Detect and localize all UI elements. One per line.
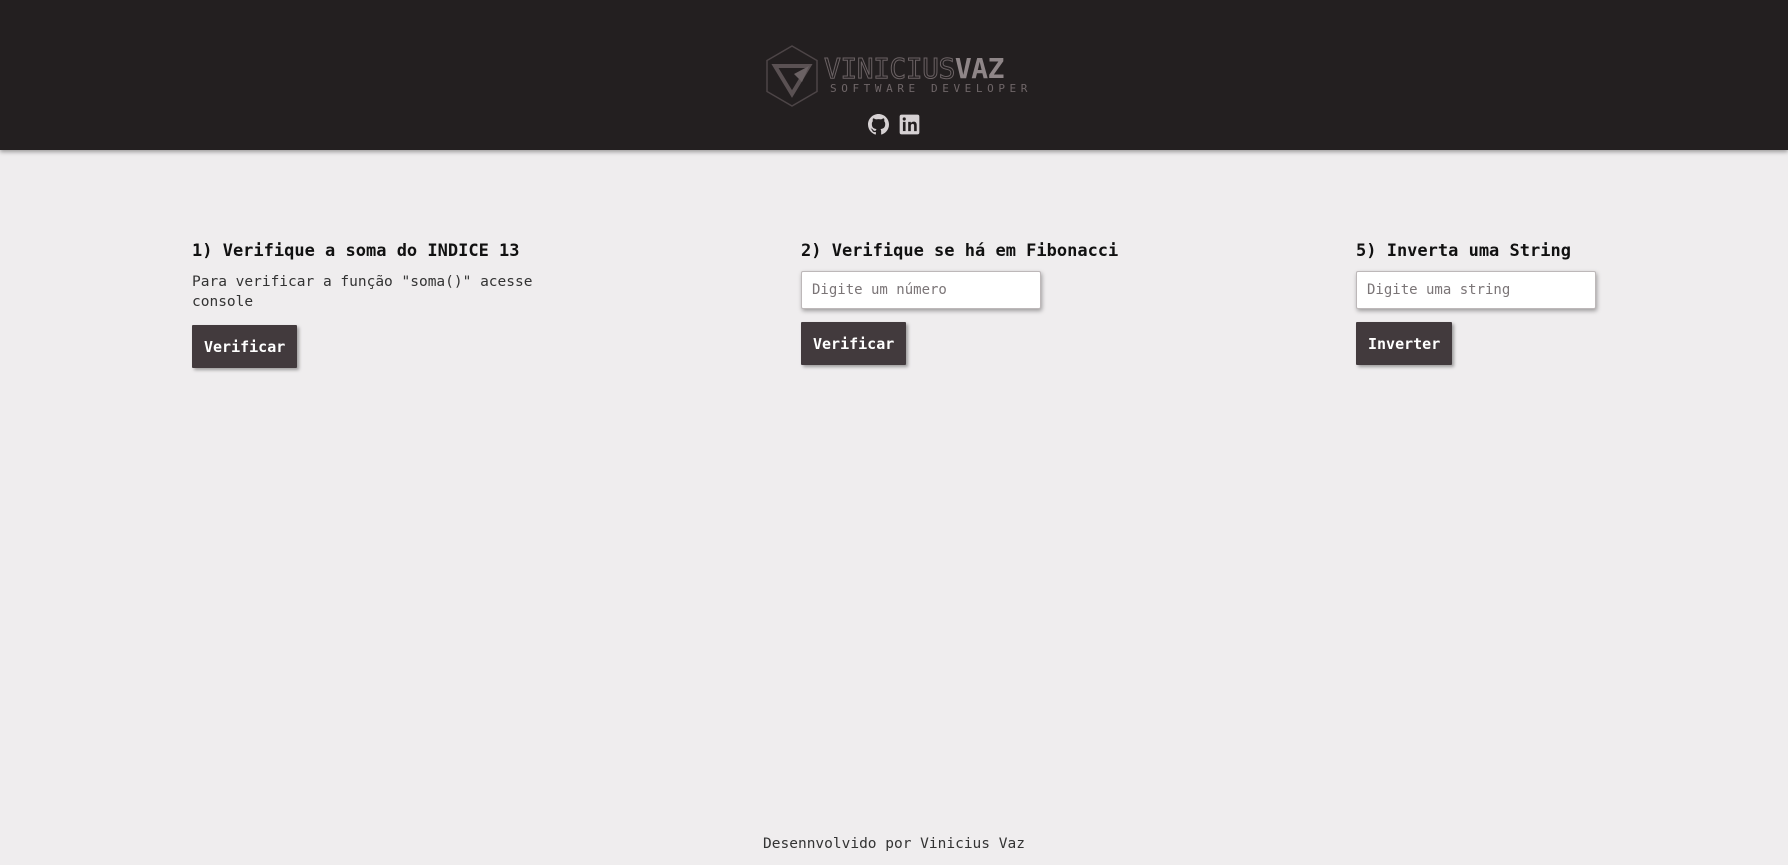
site-footer: Desennvolvido por Vinicius Vaz [0, 836, 1788, 852]
logo-subtitle: SOFTWARE DEVELOPER [830, 82, 1033, 95]
section-title: 1) Verifique a soma do INDICE 13 [192, 241, 520, 261]
site-logo[interactable]: VINICIUSVAZ SOFTWARE DEVELOPER [764, 44, 1027, 108]
github-icon [868, 114, 889, 135]
reverse-string-section: 5) Inverta uma String Inverter [1356, 238, 1596, 365]
logo-hexagon-icon [766, 45, 818, 107]
section-description: Para verificar a função "soma()" acesse … [192, 274, 533, 310]
verify-fibonacci-button[interactable]: Verificar [801, 322, 907, 365]
site-header: VINICIUSVAZ SOFTWARE DEVELOPER [0, 0, 1788, 150]
number-input[interactable] [801, 271, 1041, 309]
social-links [868, 114, 920, 136]
verify-sum-button[interactable]: Verificar [192, 325, 298, 368]
string-input[interactable] [1356, 271, 1596, 309]
linkedin-link[interactable] [899, 114, 920, 135]
sum-index-section: 1) Verifique a soma do INDICE 13 Para ve… [192, 238, 572, 368]
linkedin-icon [899, 114, 920, 135]
logo-name: VINICIUSVAZ [824, 52, 1005, 85]
reverse-button[interactable]: Inverter [1356, 322, 1453, 365]
section-title: 5) Inverta uma String [1356, 241, 1571, 261]
logo-first-name: VINICIUS [824, 52, 956, 85]
logo-last-name: VAZ [954, 52, 1005, 85]
footer-credit: Desennvolvido por Vinicius Vaz [763, 836, 1025, 852]
fibonacci-section: 2) Verifique se há em Fibonacci Verifica… [801, 238, 1118, 365]
github-link[interactable] [868, 114, 889, 135]
section-title: 2) Verifique se há em Fibonacci [801, 241, 1119, 261]
